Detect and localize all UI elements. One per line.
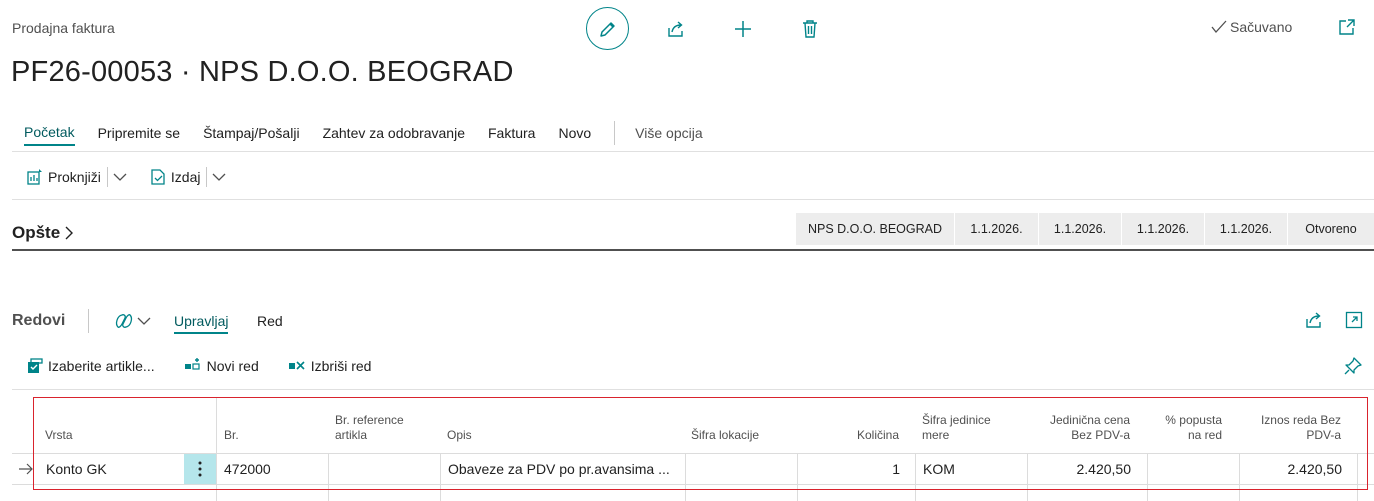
share-icon	[1306, 312, 1321, 328]
lines-action-bar: Izaberite artikle... Novi red Izbriši re…	[26, 357, 371, 375]
new-line-label: Novi red	[206, 358, 259, 374]
lines-share-button[interactable]	[1304, 310, 1324, 335]
release-icon	[151, 169, 165, 185]
arrow-right-icon	[19, 463, 33, 475]
select-items-icon	[28, 358, 43, 373]
select-items-label: Izaberite artikle...	[48, 358, 155, 374]
post-dropdown[interactable]	[113, 172, 127, 182]
select-items-button[interactable]: Izaberite artikle...	[26, 357, 155, 375]
open-new-window-button[interactable]	[1338, 18, 1356, 41]
pin-icon	[1344, 357, 1362, 375]
chevron-down-icon	[137, 317, 151, 325]
tab-pripremite-se[interactable]: Pripremite se	[98, 125, 180, 145]
tab-zahtev-za-odobravanje[interactable]: Zahtev za odobravanje	[323, 125, 465, 145]
page-title: PF26-00053 · NPS D.O.O. BEOGRAD	[11, 56, 514, 88]
delete-line-label: Izbriši red	[310, 358, 372, 374]
release-dropdown[interactable]	[212, 172, 226, 182]
release-button[interactable]: Izdaj	[149, 168, 201, 186]
highlight-box	[33, 397, 1368, 490]
expand-icon	[1345, 311, 1363, 329]
summary-date-3: 1.1.2026.	[1121, 213, 1204, 245]
copilot-button[interactable]	[114, 312, 151, 330]
general-summary: NPS D.O.O. BEOGRAD 1.1.2026. 1.1.2026. 1…	[796, 213, 1374, 245]
edit-button[interactable]	[586, 7, 629, 50]
summary-date-1: 1.1.2026.	[954, 213, 1038, 245]
delete-line-button[interactable]: Izbriši red	[287, 357, 372, 375]
summary-date-2: 1.1.2026.	[1038, 213, 1121, 245]
tabs-divider	[614, 121, 616, 145]
tabs-divider-line	[12, 151, 1374, 152]
pencil-icon	[599, 21, 615, 37]
general-section-title: Opšte	[12, 223, 61, 242]
action-bar: Proknjiži Izdaj	[26, 167, 226, 187]
trash-icon	[803, 19, 817, 38]
check-icon	[1211, 20, 1227, 34]
tab-novo[interactable]: Novo	[558, 125, 591, 145]
delete-line-icon	[288, 361, 305, 370]
summary-date-4: 1.1.2026.	[1204, 213, 1287, 245]
summary-customer: NPS D.O.O. BEOGRAD	[796, 213, 954, 245]
new-line-icon	[184, 358, 200, 370]
action-tabs: Početak Pripremite se Štampaj/Pošalji Za…	[24, 121, 726, 147]
copilot-icon	[115, 314, 133, 328]
saved-label: Sačuvano	[1230, 19, 1293, 35]
new-button[interactable]	[732, 18, 754, 40]
chevron-down-icon	[213, 173, 226, 181]
chevron-down-icon	[113, 173, 127, 181]
tab-faktura[interactable]: Faktura	[488, 125, 535, 145]
breadcrumb: Prodajna faktura	[12, 20, 115, 36]
saved-status: Sačuvano	[1211, 19, 1292, 35]
post-icon	[27, 169, 42, 185]
tab-stampaj-posalji[interactable]: Štampaj/Pošalji	[203, 125, 300, 145]
share-button[interactable]	[665, 18, 687, 40]
plus-icon	[735, 20, 751, 37]
lines-header-divider	[88, 309, 89, 333]
more-options-button[interactable]: Više opcija	[635, 125, 702, 145]
new-line-button[interactable]: Novi red	[183, 357, 259, 375]
top-actions	[586, 7, 821, 50]
popout-icon	[1339, 19, 1355, 35]
summary-status: Otvoreno	[1287, 213, 1374, 245]
lines-actions-divider-line	[12, 389, 1374, 390]
lines-tab-manage[interactable]: Upravljaj	[174, 313, 229, 334]
tab-pocetak[interactable]: Početak	[24, 124, 75, 146]
general-section-header[interactable]: Opšte	[12, 223, 74, 243]
post-button[interactable]: Proknjiži	[26, 168, 101, 186]
actionbar-divider-line	[12, 199, 1374, 200]
lines-tab-line[interactable]: Red	[257, 313, 283, 329]
pin-button[interactable]	[1343, 356, 1363, 381]
lines-expand-button[interactable]	[1345, 311, 1363, 334]
chevron-right-icon	[65, 226, 74, 240]
share-icon	[668, 20, 683, 37]
release-label: Izdaj	[170, 169, 201, 185]
post-label: Proknjiži	[48, 169, 101, 185]
general-section-divider	[12, 249, 1374, 251]
post-split-divider	[106, 167, 108, 187]
delete-button[interactable]	[799, 18, 821, 40]
release-split-divider	[206, 167, 208, 187]
lines-section-title: Redovi	[12, 312, 66, 329]
